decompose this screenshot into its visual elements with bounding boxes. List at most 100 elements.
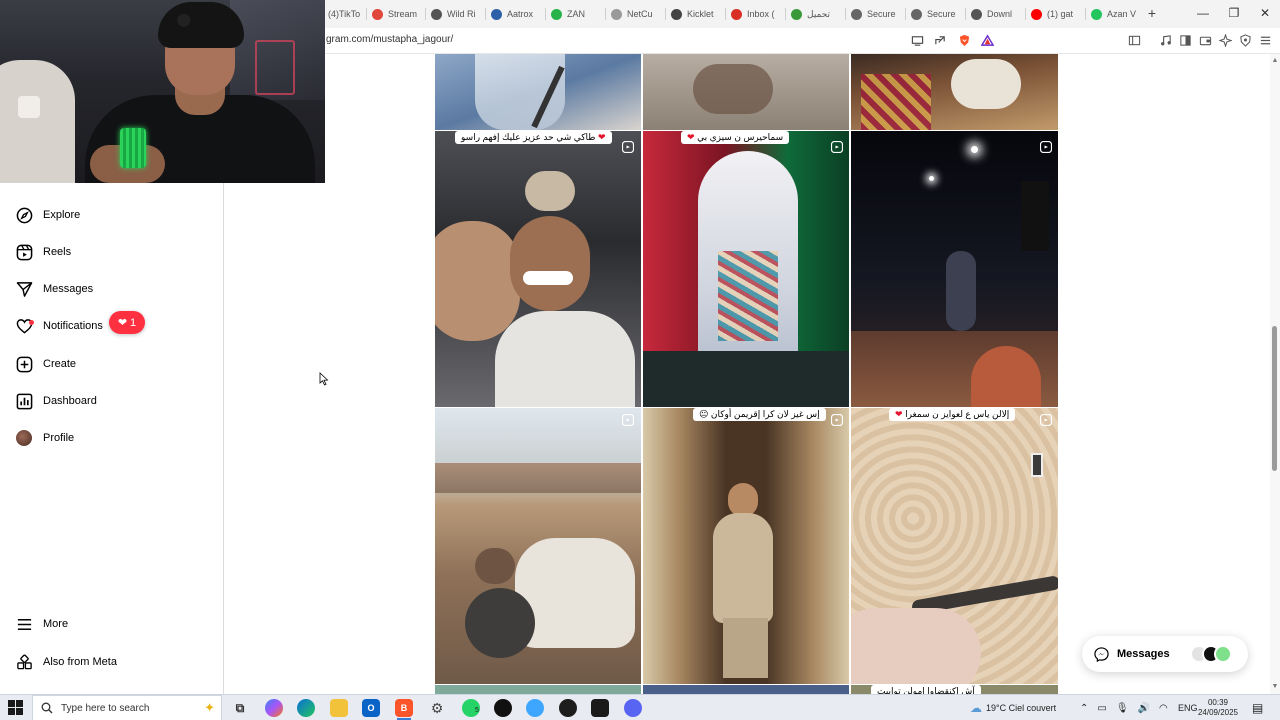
microphone-icon[interactable]: 🎙 [1116, 703, 1129, 714]
browser-tab[interactable]: Aatrox [489, 4, 543, 24]
nav-explore[interactable]: Explore [15, 202, 80, 228]
reader-mode-icon[interactable] [1178, 33, 1192, 47]
obs-icon[interactable] [494, 699, 512, 717]
post-tile[interactable] [643, 54, 849, 130]
scroll-down-arrow-icon[interactable]: ▼ [1271, 683, 1279, 691]
post-caption: إلالن ياس ع لعوايز ن سمغرا ❤ [889, 408, 1016, 421]
wifi-icon[interactable]: ◠ [1159, 703, 1168, 714]
avatar [1214, 645, 1232, 663]
music-note-icon[interactable] [1158, 33, 1172, 47]
notification-badge[interactable]: ❤ 1 [109, 311, 145, 334]
post-tile[interactable] [435, 54, 641, 130]
wallet-icon[interactable] [1198, 33, 1212, 47]
nav-more[interactable]: More [15, 611, 68, 637]
browser-tab[interactable]: Azan V [1089, 4, 1143, 24]
post-tile[interactable] [435, 408, 641, 684]
tab-favicon-icon [1031, 8, 1042, 20]
browser-menu-icon[interactable] [1258, 33, 1272, 47]
task-view-icon[interactable]: ⧉ [231, 699, 249, 717]
browser-tab[interactable]: Inbox ( [729, 4, 783, 24]
messages-floating-button[interactable]: Messages [1082, 636, 1248, 672]
post-caption: إس غيز لان كرا إقريمن أوكان 😐 [693, 408, 826, 421]
taskbar-search-box[interactable]: Type here to search ✦ [32, 695, 222, 720]
browser-tab[interactable]: Secure [849, 4, 903, 24]
windows-start-icon[interactable] [8, 700, 23, 715]
post-tile[interactable]: سماحيرس ن سيزي بي ❤ [643, 131, 849, 407]
brave-taskbar-icon[interactable]: B [395, 699, 413, 717]
browser-tab[interactable]: NetCu [609, 4, 663, 24]
browser-tab[interactable]: Secure [909, 4, 963, 24]
scroll-up-arrow-icon[interactable]: ▲ [1271, 57, 1279, 65]
clock-time: 00:39 [1207, 698, 1229, 707]
network-icon[interactable]: ▭ [1097, 703, 1106, 714]
cast-icon[interactable] [910, 33, 924, 47]
tab-separator [485, 8, 486, 20]
settings-gear-icon[interactable]: ⚙ [428, 699, 446, 717]
nav-label: Messages [43, 283, 94, 295]
brave-shield-icon[interactable] [957, 33, 971, 47]
tab-separator [425, 8, 426, 20]
post-tile[interactable] [851, 54, 1058, 130]
tab-separator [366, 8, 367, 20]
share-icon[interactable] [933, 33, 947, 47]
post-tile[interactable]: ❤ طاكي شي حد عزيز عليك إفهم راسو [435, 131, 641, 407]
close-window-button[interactable]: ✕ [1250, 0, 1280, 26]
tab-label: (4)TikTo [328, 9, 361, 19]
reel-icon [622, 414, 634, 426]
post-tile[interactable] [643, 685, 849, 694]
scrollbar-thumb[interactable] [1272, 326, 1277, 471]
tab-separator [1025, 8, 1026, 20]
file-explorer-icon[interactable] [330, 699, 348, 717]
chevron-up-icon[interactable]: ⌃ [1080, 703, 1088, 714]
cloud-icon: ☁ [970, 701, 982, 715]
nav-reels[interactable]: Reels [15, 239, 71, 265]
nav-create[interactable]: Create [15, 351, 76, 377]
post-tile[interactable]: آش إكنقضاوا امولن توابيت [851, 685, 1058, 694]
browser-tab[interactable]: تحميل [789, 4, 843, 24]
post-tile[interactable] [851, 131, 1058, 407]
edge-icon[interactable] [297, 699, 315, 717]
sidebar-panel-icon[interactable] [1127, 33, 1141, 47]
browser-tab[interactable]: Kicklet [669, 4, 723, 24]
nav-dashboard[interactable]: Dashboard [15, 388, 97, 414]
windows-taskbar: Type here to search ✦ ⧉ O B ⚙ 5 ☁ 19°C C… [0, 694, 1280, 720]
menu-icon [15, 615, 33, 633]
capcut-icon[interactable] [591, 699, 609, 717]
app-icon[interactable] [526, 699, 544, 717]
leo-ai-icon[interactable] [1218, 33, 1232, 47]
notification-center-icon[interactable]: ▤ [1252, 695, 1263, 720]
browser-tab[interactable]: (4)TikTo [326, 4, 366, 24]
speaker-icon[interactable]: 🔊 [1138, 703, 1150, 714]
browser-tab[interactable]: (1) gat [1029, 4, 1083, 24]
discord-icon[interactable] [624, 699, 642, 717]
outlook-icon[interactable]: O [362, 699, 380, 717]
vpn-shield-icon[interactable] [1238, 33, 1252, 47]
tab-separator [845, 8, 846, 20]
rewards-triangle-icon[interactable] [980, 33, 994, 47]
system-tray: ⌃ ▭ 🎙 🔊 ◠ [1080, 695, 1168, 720]
language-indicator[interactable]: ENG [1178, 695, 1198, 720]
nav-messages[interactable]: Messages [15, 276, 93, 302]
browser-tab[interactable]: Stream [370, 4, 424, 24]
weather-text: 19°C Ciel couvert [986, 703, 1057, 713]
url-field[interactable]: gram.com/mustapha_jagour/ [326, 34, 453, 45]
post-tile[interactable] [435, 685, 641, 694]
minimize-button[interactable]: — [1188, 0, 1218, 26]
post-tile[interactable]: إلالن ياس ع لعوايز ن سمغرا ❤ [851, 408, 1058, 684]
browser-tab[interactable]: Downl [969, 4, 1023, 24]
nav-profile[interactable]: Profile [15, 425, 74, 451]
nav-also-from-meta[interactable]: Also from Meta [15, 649, 117, 675]
taskbar-clock[interactable]: 00:39 24/09/2025 [1196, 698, 1240, 718]
browser-tab[interactable]: ZAN [549, 4, 603, 24]
weather-widget[interactable]: ☁ 19°C Ciel couvert [970, 695, 1056, 720]
nav-notifications[interactable]: Notifications [15, 313, 103, 339]
browser-tab[interactable]: Wild Ri [429, 4, 483, 24]
maximize-button[interactable]: ❐ [1219, 0, 1249, 26]
nav-label: Also from Meta [43, 656, 117, 668]
copilot-icon[interactable] [265, 699, 283, 717]
tab-label: Wild Ri [447, 9, 476, 19]
app-icon[interactable] [559, 699, 577, 717]
webcam-overlay [0, 0, 325, 183]
new-tab-button[interactable]: + [1145, 4, 1159, 22]
post-tile[interactable]: إس غيز لان كرا إقريمن أوكان 😐 [643, 408, 849, 684]
